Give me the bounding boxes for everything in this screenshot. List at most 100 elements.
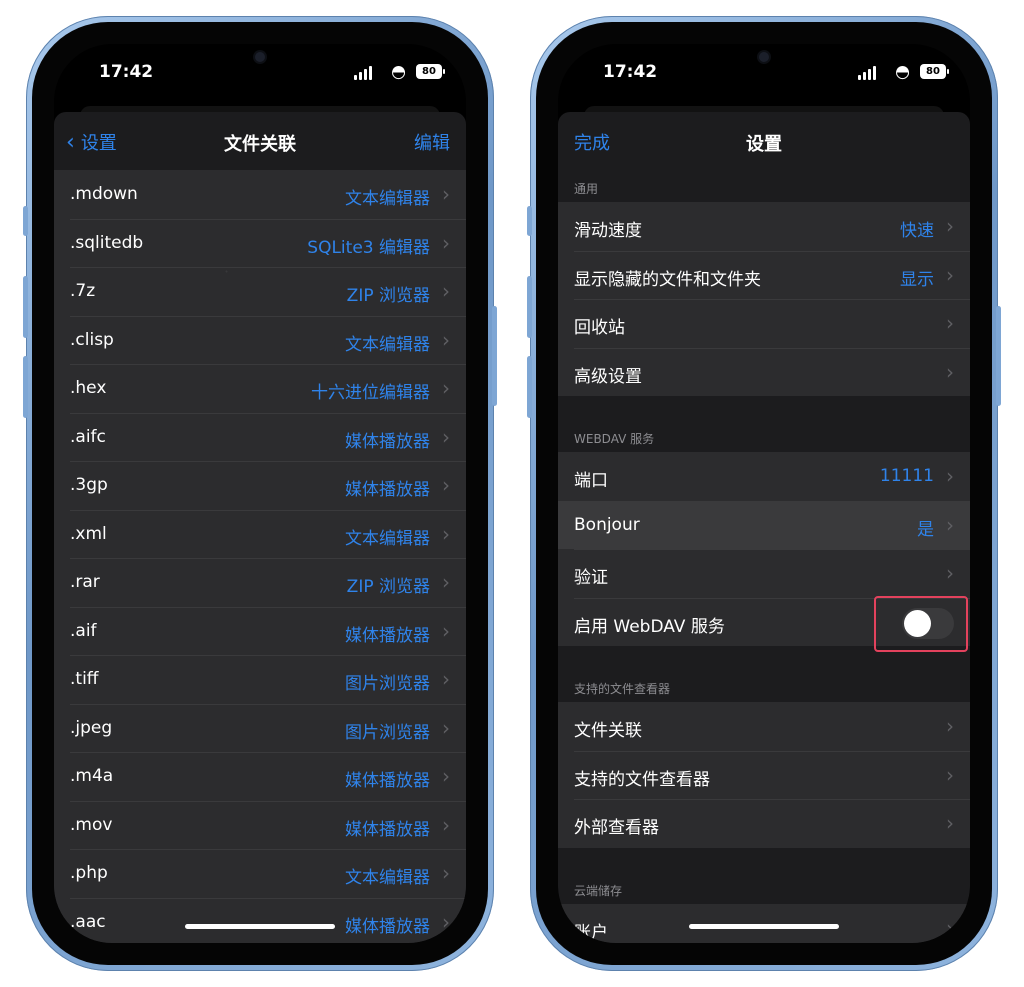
associated-app-label: 媒体播放器 (345, 771, 430, 791)
chevron-right-icon: › (946, 762, 954, 787)
webdav-toggle-row: 启用 WebDAV 服务 (558, 595, 970, 652)
file-association-row[interactable]: .aif 媒体播放器 › (54, 606, 466, 655)
file-extension-label: .mdown (70, 184, 138, 204)
settings-row[interactable]: 滑动速度 快速 › (558, 202, 970, 251)
left-screen: 17:42 ◓ 80 ‹ 设置 文件关联 编辑 .mdown 文本编辑器 › .sqli… (54, 44, 466, 943)
settings-row[interactable]: Bonjour 是 › (558, 500, 970, 549)
chevron-right-icon: › (946, 512, 954, 537)
file-extension-label: .3gp (70, 475, 108, 495)
file-association-sheet: ‹ 设置 文件关联 编辑 .mdown 文本编辑器 › .sqlitedb SQLite3… (54, 112, 466, 943)
file-association-row[interactable]: .aac 媒体播放器 › (54, 897, 466, 943)
side-button (492, 306, 497, 406)
chevron-right-icon: › (946, 311, 954, 335)
chevron-right-icon: › (442, 667, 450, 691)
settings-row[interactable]: 显示隐藏的文件和文件夹 显示 › (558, 250, 970, 299)
settings-row-label: 验证 (574, 568, 608, 588)
edit-button[interactable]: 编辑 (414, 129, 450, 155)
file-association-row[interactable]: .m4a 媒体播放器 › (54, 752, 466, 801)
chevron-right-icon: › (442, 424, 450, 449)
settings-row[interactable]: 高级设置 › (558, 347, 970, 396)
page-title: 设置 (746, 134, 782, 155)
chevron-right-icon: › (946, 464, 954, 488)
associated-app-label: 图片浏览器 (345, 674, 430, 694)
associated-app-label: 文本编辑器 (345, 528, 430, 549)
file-association-row[interactable]: .php 文本编辑器 › (54, 849, 466, 898)
chevron-right-icon: › (946, 359, 954, 384)
settings-row-label: Bonjour (574, 514, 640, 535)
home-indicator (689, 924, 839, 929)
chevron-right-icon: › (442, 327, 450, 352)
section-header-cloud: 云端储存 (574, 883, 623, 898)
page-title: 文件关联 (224, 134, 296, 155)
chevron-right-icon: › (442, 230, 450, 255)
file-association-row[interactable]: .xml 文本编辑器 › (54, 509, 466, 558)
file-association-row[interactable]: .hex 十六进位编辑器 › (54, 364, 466, 413)
chevron-right-icon: › (442, 521, 450, 546)
file-extension-label: .jpeg (70, 717, 113, 738)
file-association-row[interactable]: .jpeg 图片浏览器 › (54, 703, 466, 752)
status-bar: 17:42 ◓ 80 (558, 44, 970, 106)
chevron-right-icon: › (442, 570, 450, 594)
associated-app-label: 媒体播放器 (345, 819, 430, 840)
file-association-row[interactable]: .tiff 图片浏览器 › (54, 655, 466, 704)
mute-switch (527, 206, 532, 236)
settings-row[interactable]: 端口 11111 › (558, 452, 970, 501)
section-header-general: 通用 (574, 182, 599, 196)
file-association-list: .mdown 文本编辑器 › .sqlitedb SQLite3 编辑器 › .7z ZIP … (54, 170, 466, 943)
file-association-row[interactable]: .mdown 文本编辑器 › (54, 170, 466, 219)
side-button (996, 306, 1001, 406)
right-phone-frame: 17:42 ◓ 80 完成 设置 通用 滑动速度 快速 › 显示隐藏的文件和文件夹 显示 ›… (527, 16, 1001, 971)
settings-row-value: 快速 (900, 221, 934, 241)
associated-app-label: 媒体播放器 (345, 916, 430, 937)
associated-app-label: 文本编辑器 (345, 868, 430, 888)
settings-row[interactable]: 支持的文件查看器 › (558, 750, 970, 799)
chevron-right-icon: › (442, 764, 450, 788)
highlight-box (874, 595, 968, 652)
file-extension-label: .7z (70, 281, 96, 301)
status-time: 17:42 (603, 62, 658, 82)
settings-row-value: 11111 (879, 466, 934, 486)
file-association-row[interactable]: .aifc 媒体播放器 › (54, 412, 466, 461)
status-time: 17:42 (99, 62, 154, 82)
battery-icon: 80 (416, 64, 445, 79)
chevron-right-icon: › (442, 861, 450, 885)
file-extension-label: .mov (70, 814, 113, 835)
webdav-toggle-label: 启用 WebDAV 服务 (574, 616, 725, 637)
mute-switch (23, 206, 28, 236)
cellular-signal-icon (858, 66, 878, 80)
chevron-right-icon: › (442, 473, 450, 497)
associated-app-label: 媒体播放器 (345, 480, 430, 500)
settings-row[interactable]: 文件关联 › (558, 702, 970, 751)
chevron-right-icon: › (442, 909, 450, 934)
battery-icon: 80 (920, 64, 949, 79)
settings-row-label: 支持的文件查看器 (574, 769, 710, 790)
settings-row-value: 是 (917, 519, 934, 540)
home-indicator (185, 924, 335, 929)
file-association-row[interactable]: .sqlitedb SQLite3 编辑器 › (54, 218, 466, 267)
file-association-row[interactable]: .3gp 媒体播放器 › (54, 461, 466, 510)
settings-row-label: 显示隐藏的文件和文件夹 (574, 269, 761, 290)
settings-row-label: 外部查看器 (574, 818, 659, 838)
associated-app-label: 媒体播放器 (345, 625, 430, 646)
settings-row-label: 文件关联 (574, 721, 642, 741)
settings-sheet: 完成 设置 通用 滑动速度 快速 › 显示隐藏的文件和文件夹 显示 › 回收站 › 高级设置 › WE… (558, 112, 970, 943)
settings-row[interactable]: 外部查看器 › (558, 799, 970, 848)
settings-row[interactable]: 回收站 › (558, 299, 970, 348)
file-extension-label: .hex (70, 378, 107, 398)
file-extension-label: .tiff (70, 669, 99, 689)
file-extension-label: .xml (70, 523, 107, 544)
chevron-right-icon: › (946, 262, 954, 287)
settings-row[interactable]: 验证 › (558, 549, 970, 598)
associated-app-label: 文本编辑器 (345, 334, 430, 355)
file-extension-label: .aifc (70, 426, 106, 447)
file-association-row[interactable]: .mov 媒体播放器 › (54, 800, 466, 849)
file-association-row[interactable]: .clisp 文本编辑器 › (54, 315, 466, 364)
chevron-right-icon: › (946, 811, 954, 835)
settings-row-label: 滑动速度 (574, 221, 642, 241)
associated-app-label: 文本编辑器 (345, 189, 430, 209)
chevron-right-icon: › (946, 561, 954, 585)
associated-app-label: SQLite3 编辑器 (307, 237, 430, 258)
chevron-right-icon: › (442, 376, 450, 400)
file-association-row[interactable]: .7z ZIP 浏览器 › (54, 267, 466, 316)
file-association-row[interactable]: .rar ZIP 浏览器 › (54, 558, 466, 607)
